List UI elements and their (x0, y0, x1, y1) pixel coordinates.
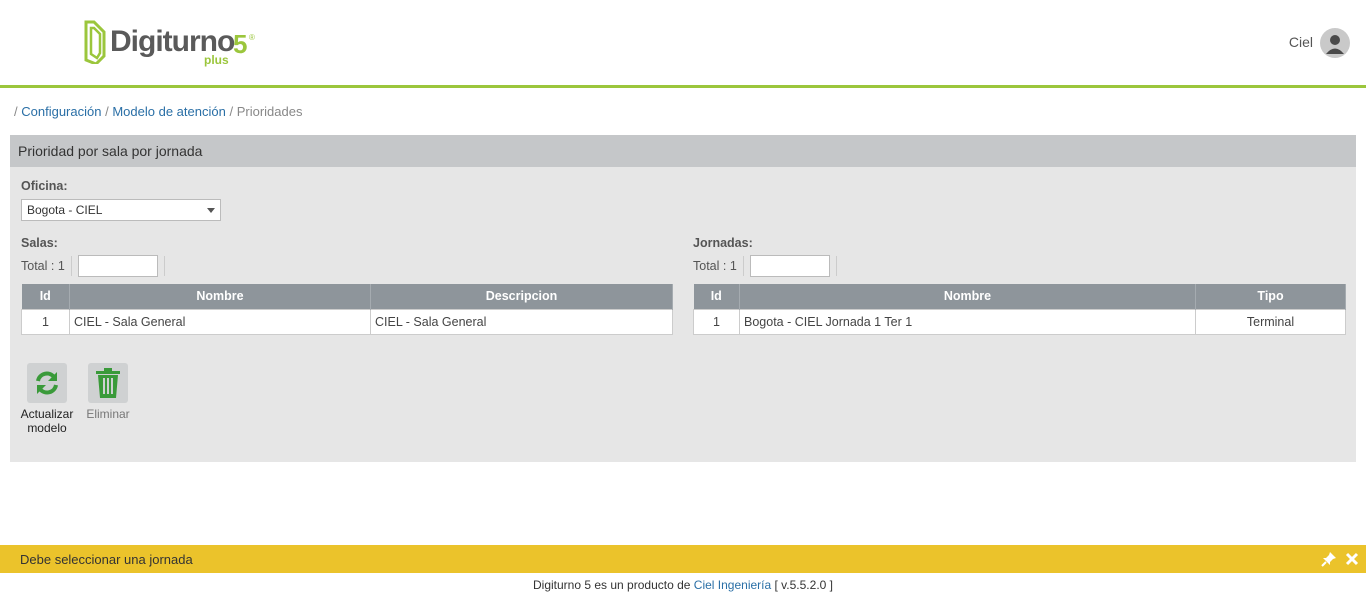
app-header: Digiturno 5 ® plus Ciel (0, 0, 1366, 85)
column-header-tipo[interactable]: Tipo (1195, 284, 1346, 309)
notification-text: Debe seleccionar una jornada (20, 552, 193, 567)
oficina-select-value: Bogota - CIEL (27, 203, 103, 217)
breadcrumb-sep: / (14, 104, 18, 119)
logo-mark-icon (84, 20, 106, 64)
salas-label: Salas: (21, 236, 58, 250)
jornadas-total-label: Total : (693, 259, 727, 273)
notification-bar: Debe seleccionar una jornada (0, 545, 1366, 573)
jornadas-total-value: 1 (729, 259, 737, 273)
column-header-id[interactable]: Id (693, 284, 740, 309)
table-row[interactable]: 1 Bogota - CIEL Jornada 1 Ter 1 Terminal (693, 308, 1346, 335)
divider (742, 256, 744, 276)
column-header-id[interactable]: Id (21, 284, 70, 309)
oficina-label: Oficina: (21, 179, 68, 193)
logo-number: 5 (233, 29, 248, 59)
dropdown-arrow-icon (207, 208, 215, 213)
cell-nombre: CIEL - Sala General (69, 308, 371, 335)
footer: Digiturno 5 es un producto de Ciel Ingen… (0, 578, 1366, 592)
column-header-descripcion[interactable]: Descripcion (370, 284, 673, 309)
jornadas-table: Id Nombre Tipo 1 Bogota - CIEL Jornada 1… (693, 284, 1346, 335)
jornadas-total: Total : 1 (693, 255, 843, 277)
cell-nombre: Bogota - CIEL Jornada 1 Ter 1 (739, 308, 1196, 335)
delete-label: Eliminar (86, 407, 130, 421)
trash-icon (96, 368, 120, 398)
footer-version: [ v.5.5.2.0 ] (774, 578, 833, 592)
jornadas-label: Jornadas: (693, 236, 753, 250)
footer-company-link[interactable]: Ciel Ingeniería (694, 578, 771, 592)
breadcrumb-current: Prioridades (236, 104, 303, 119)
close-icon[interactable] (1344, 551, 1360, 567)
divider (70, 256, 72, 276)
priority-panel: Prioridad por sala por jornada Oficina: … (10, 135, 1356, 462)
user-avatar-icon[interactable] (1320, 28, 1350, 58)
user-name[interactable]: Ciel (1289, 34, 1313, 50)
breadcrumb-sep: / (105, 104, 109, 119)
salas-total-label: Total : (21, 259, 55, 273)
cell-id: 1 (693, 308, 740, 335)
cell-tipo: Terminal (1195, 308, 1346, 335)
salas-table: Id Nombre Descripcion 1 CIEL - Sala Gene… (21, 284, 673, 335)
salas-total-value: 1 (57, 259, 65, 273)
refresh-button-box[interactable] (27, 363, 67, 403)
column-header-nombre[interactable]: Nombre (739, 284, 1196, 309)
digiturno-logo[interactable]: Digiturno 5 ® plus (82, 19, 262, 69)
table-row[interactable]: 1 CIEL - Sala General CIEL - Sala Genera… (21, 308, 673, 335)
delete-button[interactable]: Eliminar (82, 363, 134, 421)
salas-search-input[interactable] (77, 255, 158, 277)
breadcrumb: / Configuración / Modelo de atención / P… (14, 104, 302, 119)
cell-descripcion: CIEL - Sala General (370, 308, 673, 335)
footer-prefix: Digiturno 5 es un producto de (533, 578, 691, 592)
panel-title: Prioridad por sala por jornada (10, 135, 1356, 167)
refresh-model-button[interactable]: Actualizar modelo (18, 363, 76, 435)
oficina-select[interactable]: Bogota - CIEL (21, 199, 221, 221)
breadcrumb-configuracion[interactable]: Configuración (21, 104, 101, 119)
jornadas-search-input[interactable] (749, 255, 830, 277)
delete-button-box[interactable] (88, 363, 128, 403)
refresh-label-line2: modelo (27, 421, 67, 435)
divider (835, 256, 837, 276)
pin-icon[interactable] (1321, 551, 1337, 567)
refresh-label-line1: Actualizar (20, 407, 74, 421)
header-divider (0, 85, 1366, 88)
refresh-icon (36, 371, 58, 395)
divider (163, 256, 165, 276)
cell-id: 1 (21, 308, 70, 335)
column-header-nombre[interactable]: Nombre (69, 284, 371, 309)
breadcrumb-sep: / (229, 104, 234, 119)
logo-registered: ® (249, 33, 255, 42)
breadcrumb-modelo-atencion[interactable]: Modelo de atención (112, 104, 225, 119)
logo-plus: plus (204, 53, 229, 67)
salas-total: Total : 1 (21, 255, 171, 277)
